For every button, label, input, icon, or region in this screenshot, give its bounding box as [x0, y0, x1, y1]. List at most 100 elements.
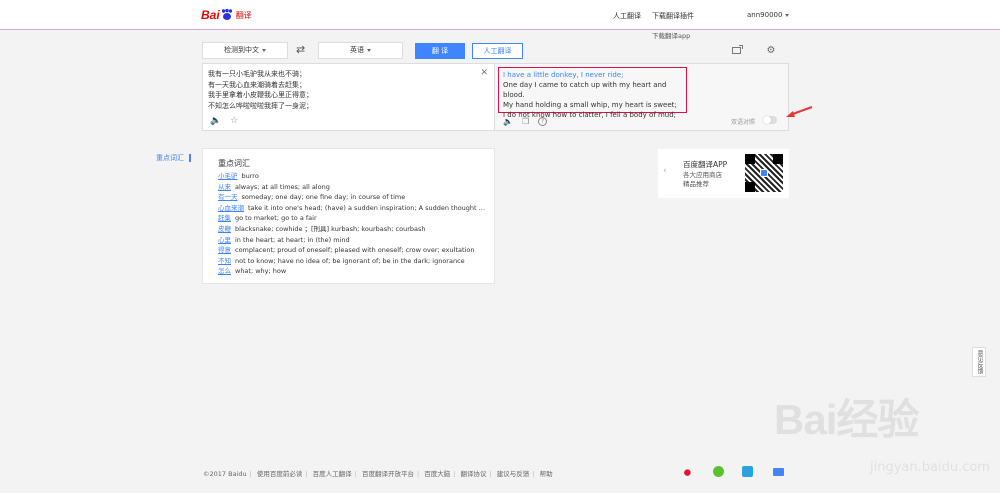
footer-copyright: ©2017 Baidu	[203, 470, 247, 478]
nav-human-translation[interactable]: 人工翻译	[613, 11, 641, 21]
source-language-select[interactable]: 检测到中文	[202, 42, 288, 59]
watermark-text: Bai经验	[774, 396, 919, 443]
star-icon[interactable]: ☆	[230, 116, 238, 126]
vocab-list: 小毛驴 burro 从来 always; at all times; all alo…	[218, 171, 488, 277]
vocab-word-link[interactable]: 皮鞭	[218, 225, 231, 233]
vocab-definition: always; at all times; all along	[235, 182, 330, 191]
baidu-jingyan-watermark: Bai经验 jingyan.baidu.com	[758, 382, 998, 492]
footer-link[interactable]: 使用百度前必读	[257, 470, 303, 478]
target-language-select[interactable]: 英语	[318, 42, 403, 59]
footer-link[interactable]: 帮助	[540, 470, 553, 478]
sidebar-item-key-vocab[interactable]: 重点词汇	[156, 153, 184, 163]
qq-icon[interactable]	[742, 466, 753, 477]
bilingual-compare-toggle[interactable]	[763, 116, 777, 124]
app-promo-card[interactable]: ‹ 百度翻译APP 各大应用商店 精品推荐	[658, 149, 789, 198]
footer-link[interactable]: 翻译协议	[461, 470, 487, 478]
footer-link[interactable]: 百度翻译开放平台	[362, 470, 414, 478]
list-item: 心血来潮 take it into one's head; (have) a su…	[218, 203, 488, 214]
vocab-definition: in the heart; at heart; in (the) mind	[235, 235, 350, 244]
translation-result-panel: I have a little donkey, I never ride; On…	[495, 63, 789, 131]
weibo-icon[interactable]	[683, 466, 694, 477]
vocab-word-link[interactable]: 小毛驴	[218, 172, 238, 180]
app-subtitle-line: 精品推荐	[683, 180, 709, 188]
vocab-word-link[interactable]: 不知	[218, 257, 231, 265]
source-language-label: 检测到中文	[224, 46, 259, 54]
list-item: 得意 complacent; proud of oneself; pleased …	[218, 245, 488, 256]
vocab-word-link[interactable]: 怎么	[218, 267, 231, 275]
download-app-link[interactable]: 下载翻译app	[652, 30, 690, 40]
list-item: 有一天 someday; one day; one fine day; in co…	[218, 192, 488, 203]
chevron-down-icon	[262, 48, 266, 52]
vocab-definition: someday; one day; one fine day; in cours…	[241, 193, 406, 202]
app-subtitle: 各大应用商店 精品推荐	[683, 171, 722, 189]
list-item: 心里 in the heart; at heart; in (the) mind	[218, 235, 488, 246]
sidebar-active-indicator	[189, 154, 191, 162]
app-logo-icon	[760, 169, 768, 177]
vocab-word-link[interactable]: 心血来潮	[218, 204, 244, 212]
speaker-icon[interactable]: 🔈	[503, 117, 513, 126]
source-line: 有一天我心血来潮骑着去赶集；	[208, 80, 306, 89]
translation-line: My hand holding a small whip, my heart i…	[503, 101, 677, 109]
speaker-icon[interactable]: 🔈	[210, 116, 221, 126]
translation-output: I have a little donkey, I never ride; On…	[498, 67, 687, 119]
vocab-definition: what; why; how	[235, 267, 287, 276]
settings-gear-icon[interactable]: ⚙	[765, 45, 777, 56]
baidu-fanyi-logo[interactable]: Bai 翻译	[201, 6, 252, 24]
vocab-word-link[interactable]: 从来	[218, 183, 231, 191]
key-vocabulary-card: 重点词汇 小毛驴 burro 从来 always; at all times; al…	[202, 148, 495, 284]
top-header: Bai 翻译 人工翻译 下载翻译插件 ann90000	[0, 0, 1000, 30]
source-text-panel[interactable]: 我有一只小毛驴我从来也不骑； 有一天我心血来潮骑着去赶集； 我手里拿着小皮鞭我心…	[202, 63, 495, 131]
logo-fanyi-text: 翻译	[235, 10, 252, 20]
app-subtitle-line: 各大应用商店	[683, 171, 722, 179]
copy-icon[interactable]: ❐	[522, 117, 529, 126]
vocab-definition: blacksnake; cowhide ；[刑具] kurbash; kourb…	[235, 224, 426, 233]
vocab-definition: not to know; have no idea of; be ignoran…	[235, 256, 465, 265]
translation-line: I have a little donkey, I never ride;	[503, 71, 624, 79]
list-item: 皮鞭 blacksnake; cowhide ；[刑具] kurbash; kou…	[218, 224, 488, 235]
footer-link[interactable]: 百度人工翻译	[313, 470, 352, 478]
clear-close-icon[interactable]: ✕	[480, 68, 488, 78]
source-line: 我手里拿着小皮鞭我心里正得意；	[208, 91, 313, 99]
footer: ©2017 Baidu | 使用百度前必读 | 百度人工翻译 | 百度翻译开放平台 | …	[203, 470, 553, 478]
help-icon[interactable]: ?	[538, 117, 548, 126]
list-item: 小毛驴 burro	[218, 171, 488, 182]
chevron-down-icon	[785, 13, 790, 17]
translation-actions: 🔈 ❐ ?	[503, 117, 548, 126]
vocab-word-link[interactable]: 赶集	[218, 214, 231, 222]
source-actions: 🔈 ☆	[210, 116, 238, 126]
nav-download-plugin[interactable]: 下载翻译插件	[652, 11, 694, 21]
translate-button[interactable]: 翻 译	[415, 43, 465, 59]
human-translation-button[interactable]: 人工翻译	[472, 43, 523, 59]
paw-icon	[221, 9, 233, 21]
chevron-left-icon[interactable]: ‹	[663, 166, 667, 176]
list-item: 赶集 go to market; go to a fair	[218, 213, 488, 224]
vocab-word-link[interactable]: 有一天	[218, 193, 238, 201]
watermark-url: jingyan.baidu.com	[870, 460, 990, 475]
feedback-tab[interactable]: 意见反馈	[972, 347, 986, 377]
logo-text: Bai	[201, 8, 220, 22]
list-item: 怎么 what; why; how	[218, 266, 488, 277]
footer-link[interactable]: 百度大脑	[424, 470, 450, 478]
vocab-definition: complacent; proud of oneself; pleased wi…	[235, 246, 475, 255]
vocab-word-link[interactable]: 得意	[218, 246, 231, 254]
vocab-definition: go to market; go to a fair	[235, 214, 317, 223]
annotation-arrow-icon	[786, 106, 813, 117]
list-item: 不知 not to know; have no idea of; be ignor…	[218, 256, 488, 267]
vocab-definition: take it into one's head; (have) a sudden…	[248, 203, 488, 212]
vocab-word-link[interactable]: 心里	[218, 236, 231, 244]
source-textarea[interactable]: 我有一只小毛驴我从来也不骑； 有一天我心血来潮骑着去赶集； 我手里拿着小皮鞭我心…	[208, 69, 313, 111]
bilingual-compare-label: 双语对照	[731, 119, 756, 126]
chevron-down-icon	[367, 48, 371, 52]
translation-line: One day I came to catch up with my heart…	[503, 81, 667, 99]
user-menu[interactable]: ann90000	[747, 11, 790, 19]
source-line: 不知怎么哗啦啦啦我摔了一身泥；	[208, 101, 313, 110]
wechat-icon[interactable]	[713, 466, 724, 477]
vocab-title: 重点词汇	[218, 159, 250, 168]
mail-icon[interactable]	[773, 468, 784, 476]
favorites-icon[interactable]	[731, 45, 743, 56]
app-name: 百度翻译APP	[683, 160, 728, 169]
footer-link[interactable]: 建议与反馈	[497, 470, 530, 478]
username: ann90000	[747, 11, 783, 19]
list-item: 从来 always; at all times; all along	[218, 182, 488, 193]
swap-languages-icon[interactable]: ⇄	[296, 44, 305, 56]
